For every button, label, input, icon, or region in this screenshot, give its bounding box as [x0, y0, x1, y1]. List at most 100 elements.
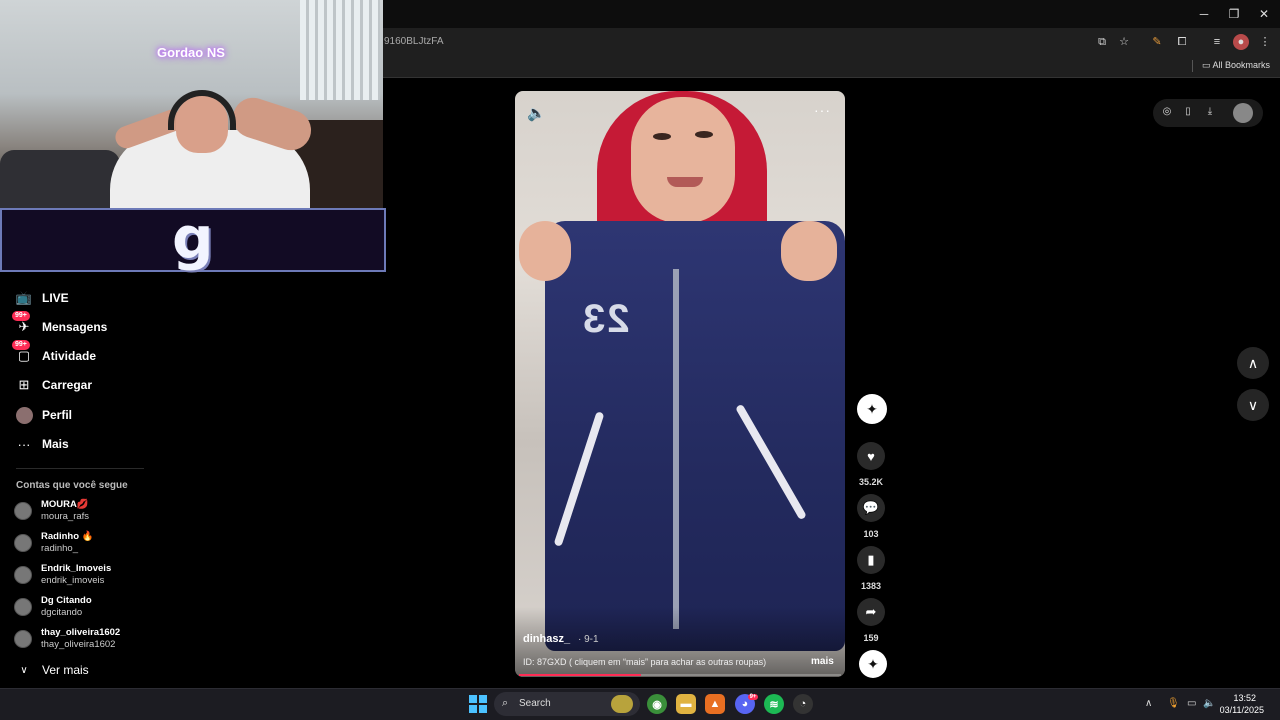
sidebar-item-label: Carregar [42, 378, 93, 392]
creator-avatar[interactable]: ✦ [857, 394, 887, 424]
video-player[interactable]: 23 [515, 91, 845, 677]
next-video-button[interactable]: ∨ [1237, 389, 1269, 421]
like-button[interactable]: ♥ [857, 442, 885, 470]
video-subject-face [631, 97, 735, 223]
sidebar-item-upload[interactable]: ⊞ Carregar [14, 374, 92, 396]
video-hand-right [781, 221, 837, 281]
phone-icon[interactable]: ▯ [1181, 105, 1195, 119]
avatar [14, 534, 32, 552]
clock-time[interactable]: 13:52 [1233, 693, 1256, 703]
volume-icon[interactable]: 🔈 [527, 104, 546, 122]
account-username: endrik_imoveis [41, 575, 105, 586]
account-name: thay_oliveira1602 [41, 627, 121, 638]
chevron-up-icon: ∧ [1247, 354, 1259, 371]
profile-avatar-icon[interactable]: ● [1233, 34, 1249, 50]
save-count: 1383 [860, 581, 882, 591]
chevron-up-icon[interactable]: ∧ [1145, 698, 1152, 709]
avatar [14, 502, 32, 520]
account-name: Radinho 🔥 [41, 531, 94, 542]
file-explorer-icon[interactable]: ▬ [676, 694, 696, 714]
music-disc-icon[interactable]: ✦ [859, 650, 887, 678]
comment-button[interactable]: 💬 [857, 494, 885, 522]
heart-icon: ♥ [867, 448, 875, 464]
install-app-icon[interactable]: ⧉ [1094, 34, 1110, 50]
bookmarks-separator [1192, 60, 1193, 72]
address-bar[interactable]: 9160BLJtzFA [384, 32, 1144, 52]
see-more-button[interactable]: ∨ Ver mais [14, 659, 89, 681]
following-account[interactable]: thay_oliveira1602 thay_oliveira1602 [14, 625, 120, 653]
volume-icon[interactable]: 🔈 [1203, 698, 1215, 709]
messages-icon: ✈ 99+ [12, 311, 34, 337]
notification-badge: 99+ [12, 311, 30, 321]
following-account[interactable]: Radinho 🔥 radinho_ [14, 529, 93, 557]
chevron-down-icon: ∨ [20, 664, 28, 676]
following-account[interactable]: Endrik_Imoveis endrik_imoveis [14, 561, 111, 589]
sidebar-item-profile[interactable]: Perfil [14, 404, 72, 426]
minimize-button[interactable]: ─ [1196, 6, 1212, 22]
more-dots-icon: ··· [17, 436, 31, 452]
sidebar-item-activity[interactable]: ▢ 99+ Atividade [12, 340, 97, 367]
caption-more-button[interactable]: mais [811, 656, 834, 667]
avatar [14, 566, 32, 584]
account-name: Dg Citando [41, 595, 92, 606]
sidebar-item-label: Atividade [42, 349, 97, 363]
video-hand-left [519, 221, 571, 281]
app-triangle-icon[interactable]: ▲ [705, 694, 725, 714]
avatar [14, 598, 32, 616]
video-hoodie-zipper [673, 269, 679, 629]
windows-start-icon[interactable] [469, 695, 487, 713]
all-bookmarks-button[interactable]: ▭ All Bookmarks [1202, 60, 1270, 71]
extension-pen-icon[interactable]: ✎ [1149, 34, 1165, 50]
clock-date[interactable]: 03/11/2025 [1220, 705, 1264, 715]
headset-icon [168, 90, 236, 130]
search-highlight-art [611, 695, 633, 713]
share-arrow-icon: ➦ [865, 604, 877, 619]
all-bookmarks-label: All Bookmarks [1212, 60, 1270, 70]
browser-menu-icon[interactable]: ⋮ [1257, 34, 1273, 50]
sidebar-item-more[interactable]: ··· Mais [14, 433, 69, 455]
previous-video-button[interactable]: ∧ [1237, 347, 1269, 379]
notification-badge: 99+ [12, 340, 30, 350]
share-button[interactable]: ➦ [857, 598, 885, 626]
video-caption: ID: 87GXD ( cliquem em “mais” para achar… [523, 657, 767, 667]
video-subject-eye [695, 131, 713, 138]
bookmark-star-icon[interactable]: ☆ [1116, 34, 1132, 50]
see-more-label: Ver mais [42, 663, 89, 677]
close-button[interactable]: ✕ [1256, 6, 1272, 22]
sidebar-item-label: Perfil [42, 408, 73, 422]
sidebar-item-messages[interactable]: ✈ 99+ Mensagens [12, 311, 107, 338]
video-progress-fill [519, 674, 641, 676]
save-button[interactable]: ▮ [857, 546, 885, 574]
spotify-icon[interactable]: ≋ [764, 694, 784, 714]
video-date: · 9-1 [578, 634, 599, 645]
avatar[interactable] [1233, 103, 1253, 123]
webcam-overlay: Gordao NS [0, 0, 383, 208]
account-username: moura_rafs [41, 511, 90, 522]
following-section-title: Contas que você segue [16, 480, 128, 491]
share-count: 159 [863, 633, 879, 643]
more-options-icon[interactable]: ··· [814, 102, 831, 118]
media-control-icon[interactable]: ≡ [1209, 34, 1225, 50]
download-icon[interactable]: ⤓ [1203, 105, 1217, 119]
video-author[interactable]: dinhasz_ [523, 633, 570, 645]
following-account[interactable]: MOURA💋 moura_rafs [14, 497, 89, 525]
avatar [14, 630, 32, 648]
sidebar-item-label: Mais [42, 437, 69, 451]
obs-icon[interactable]: ◔ [793, 694, 813, 714]
account-username: dgcitando [41, 607, 83, 618]
discord-icon[interactable]: ◕ 9+ [735, 694, 759, 714]
following-account[interactable]: Dg Citando dgcitando [14, 593, 92, 621]
chrome-icon[interactable]: ◉ [647, 694, 667, 714]
sidebar-item-label: LIVE [42, 291, 69, 305]
chevron-down-icon: ∨ [1247, 396, 1259, 413]
video-hoodie-number: 23 [581, 297, 630, 341]
account-username: radinho_ [41, 543, 78, 554]
extensions-puzzle-icon[interactable]: ⧠ [1174, 34, 1190, 50]
compass-icon[interactable]: ◎ [1160, 105, 1174, 119]
sidebar-item-live[interactable]: 📺 LIVE [14, 287, 69, 309]
restore-button[interactable]: ❐ [1226, 6, 1242, 22]
microphone-icon[interactable]: 🎙 [1167, 698, 1180, 709]
taskbar-search-placeholder: Search [519, 698, 551, 709]
monitor-icon[interactable]: ▭ [1187, 698, 1196, 709]
live-tv-icon: 📺 [15, 290, 33, 305]
